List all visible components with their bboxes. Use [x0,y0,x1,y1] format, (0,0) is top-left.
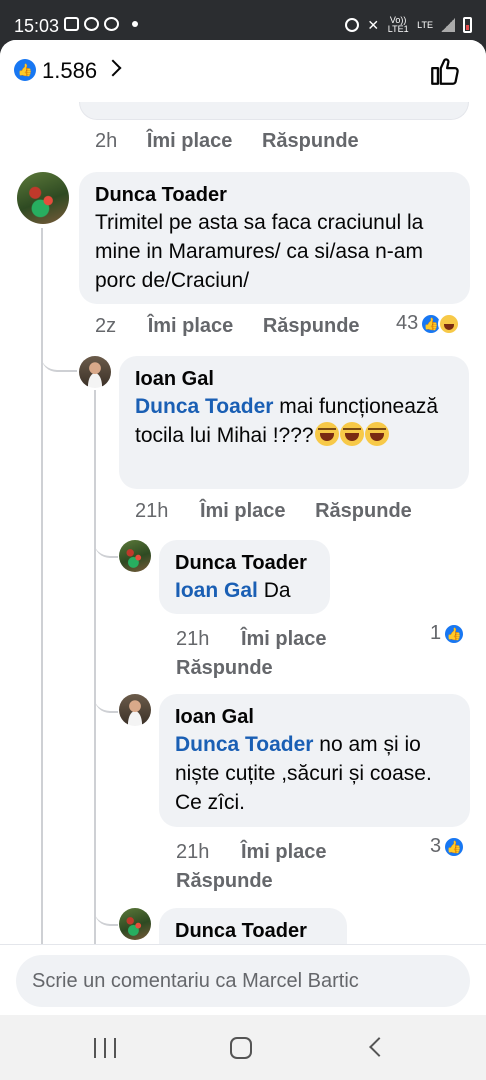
reaction-count: 3 [430,835,442,857]
back-button[interactable] [369,1037,389,1057]
avatar[interactable] [17,172,69,224]
reply-button[interactable]: Răspunde [176,654,273,683]
comment-time: 21h [135,500,169,522]
comment-author[interactable]: Dunca Toader [175,550,314,576]
gallery-icon [64,17,79,31]
reactions-header: 👍 1.586 [0,40,486,102]
mention-link[interactable]: Ioan Gal [175,579,258,602]
whatsapp-icon [84,17,99,31]
alarm-icon [345,18,360,32]
laughing-emoji-icon [314,422,339,446]
like-count[interactable]: 1.586 [42,58,97,84]
comment-actions: 21h Îmi place Răspunde [176,625,327,683]
comment-text: Dunca Toader no am și io niște cuțite ,s… [175,733,432,814]
comment-time: 2h [95,130,118,152]
like-comment-button[interactable]: Îmi place [147,130,233,153]
avatar[interactable] [119,694,151,726]
reaction-summary[interactable]: 43 👍 [396,312,461,335]
comment-actions: 2z Îmi place Răspunde [95,315,360,338]
mute-icon: ✕ [367,16,380,33]
laughing-emoji-icon [364,422,389,446]
whatsapp-icon-2 [104,17,119,31]
comment-input-placeholder: Scrie un comentariu ca Marcel Bartic [32,969,359,992]
thread-connector [94,685,118,713]
thread-connector [94,530,118,558]
like-icon: 👍 [14,59,36,81]
haha-reaction-icon [438,312,461,335]
previous-comment-actions: 2h Îmi place Răspunde [95,130,359,153]
like-comment-button[interactable]: Îmi place [200,500,286,523]
network-type: LTE [417,19,433,30]
carrier-tag: Vo)) LTE1 [387,15,409,34]
reaction-summary[interactable]: 1 👍 [430,622,466,645]
comment-time: 21h [176,841,210,863]
comment-author[interactable]: Ioan Gal [175,704,454,730]
avatar[interactable] [79,356,111,388]
avatar[interactable] [119,908,151,940]
comment-composer-bar: Scrie un comentariu ca Marcel Bartic [0,944,486,1015]
reply-button[interactable]: Răspunde [176,867,273,896]
comments-sheet: 👍 1.586 2h Îmi place Răspunde Dunca Toad… [0,40,486,1015]
comment-time: 2z [95,315,117,337]
comment-text: Trimitel pe asta sa faca craciunul la mi… [95,211,424,292]
like-comment-button[interactable]: Îmi place [241,838,327,867]
comment-bubble[interactable]: Ioan Gal Dunca Toader mai funcționează t… [119,356,469,489]
comment-time: 21h [176,628,210,650]
comment-author[interactable]: Dunca Toader [95,182,454,208]
comment-author[interactable]: Ioan Gal [135,366,453,392]
status-bar: 15:03 ✕ Vo)) LTE1 LTE [0,0,486,40]
like-reaction-icon: 👍 [443,622,466,645]
comment-actions: 21h Îmi place Răspunde [176,838,327,896]
reaction-summary[interactable]: 3 👍 [430,835,466,858]
comment-text: Ioan Gal Da [175,579,291,602]
thread-connector [41,340,77,372]
reaction-count: 1 [430,622,442,644]
thread-connector [94,898,118,926]
thread-line [41,228,43,948]
comment-input[interactable]: Scrie un comentariu ca Marcel Bartic [16,955,470,1007]
comment-author[interactable]: Dunca Toader [175,918,331,944]
home-button[interactable] [230,1037,252,1059]
reply-button[interactable]: Răspunde [262,130,359,153]
mention-link[interactable]: Dunca Toader [135,395,273,418]
system-nav-bar [0,1015,486,1080]
battery-icon [463,17,472,33]
like-reaction-icon: 👍 [443,835,466,858]
comment-actions: 21h Îmi place Răspunde [135,500,412,523]
status-time: 15:03 [14,16,60,36]
like-post-button[interactable] [428,54,462,88]
mention-link[interactable]: Dunca Toader [175,733,313,756]
comment-bubble[interactable]: Dunca Toader Trimitel pe asta sa faca cr… [79,172,470,304]
reaction-count: 43 [396,312,419,334]
comment-bubble[interactable]: Dunca Toader Ioan Gal Da [159,540,330,614]
laughing-emoji-icon [339,422,364,446]
avatar[interactable] [119,540,151,572]
comment-bubble[interactable]: Ioan Gal Dunca Toader no am și io niște … [159,694,470,827]
reply-button[interactable]: Răspunde [315,500,412,523]
signal-icon [441,18,455,32]
chevron-right-icon[interactable] [104,59,122,77]
comment-text: Dunca Toader mai funcționează tocila lui… [135,395,439,447]
like-comment-button[interactable]: Îmi place [148,315,234,338]
thread-line-nested [94,390,96,950]
like-comment-button[interactable]: Îmi place [241,625,327,654]
notification-dot-icon [132,21,138,27]
reply-button[interactable]: Răspunde [263,315,360,338]
recent-apps-button[interactable] [94,1038,116,1058]
